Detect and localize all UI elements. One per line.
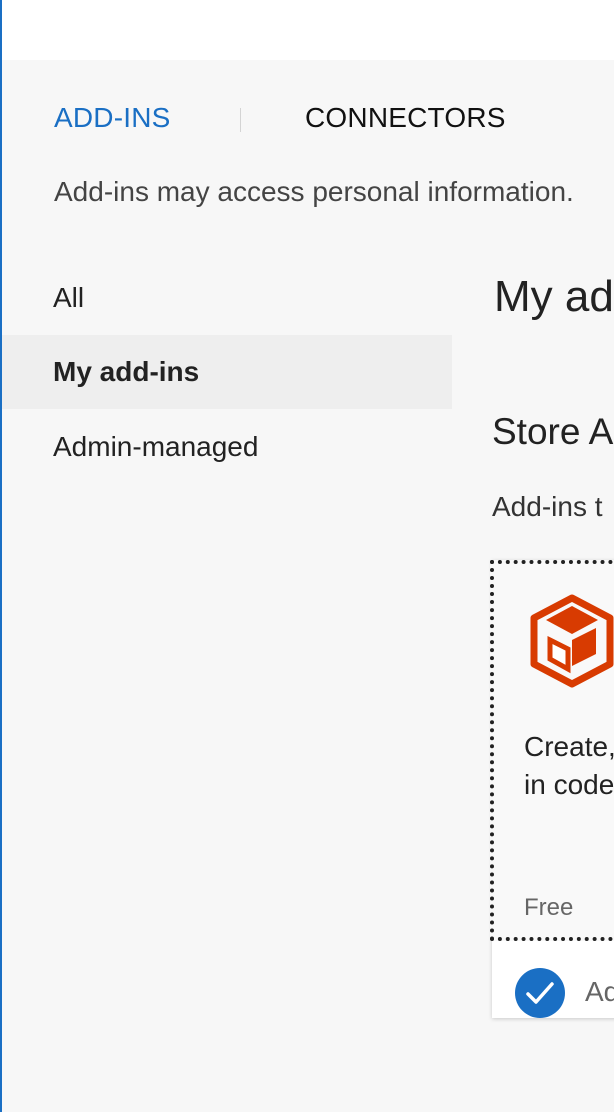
checkmark-icon (515, 968, 565, 1018)
sidebar-item-my-add-ins[interactable]: My add-ins (2, 335, 452, 409)
tab-divider (240, 108, 241, 132)
sidebar-item-admin-managed[interactable]: Admin-managed (2, 410, 452, 484)
tab-connectors[interactable]: CONNECTORS (305, 102, 506, 134)
privacy-notice: Add-ins may access personal information. (54, 176, 574, 207)
sidebar-item-all[interactable]: All (2, 261, 452, 335)
add-in-description-line: Create, (524, 731, 614, 762)
section-description: Add-ins t (492, 491, 603, 522)
dialog-header-bar (2, 0, 614, 60)
office-store-box-icon (530, 594, 614, 688)
added-status-label: Ad (585, 976, 614, 1007)
tab-add-ins[interactable]: ADD-INS (54, 102, 171, 134)
section-title: Store A (492, 411, 614, 452)
add-in-price: Free (524, 894, 574, 921)
page-title: My ad (494, 272, 614, 321)
add-in-description-line: in code (524, 769, 614, 800)
add-in-description: Create, in code (524, 728, 614, 804)
add-ins-dialog: ADD-INS CONNECTORS Add-ins may access pe… (0, 0, 614, 1112)
